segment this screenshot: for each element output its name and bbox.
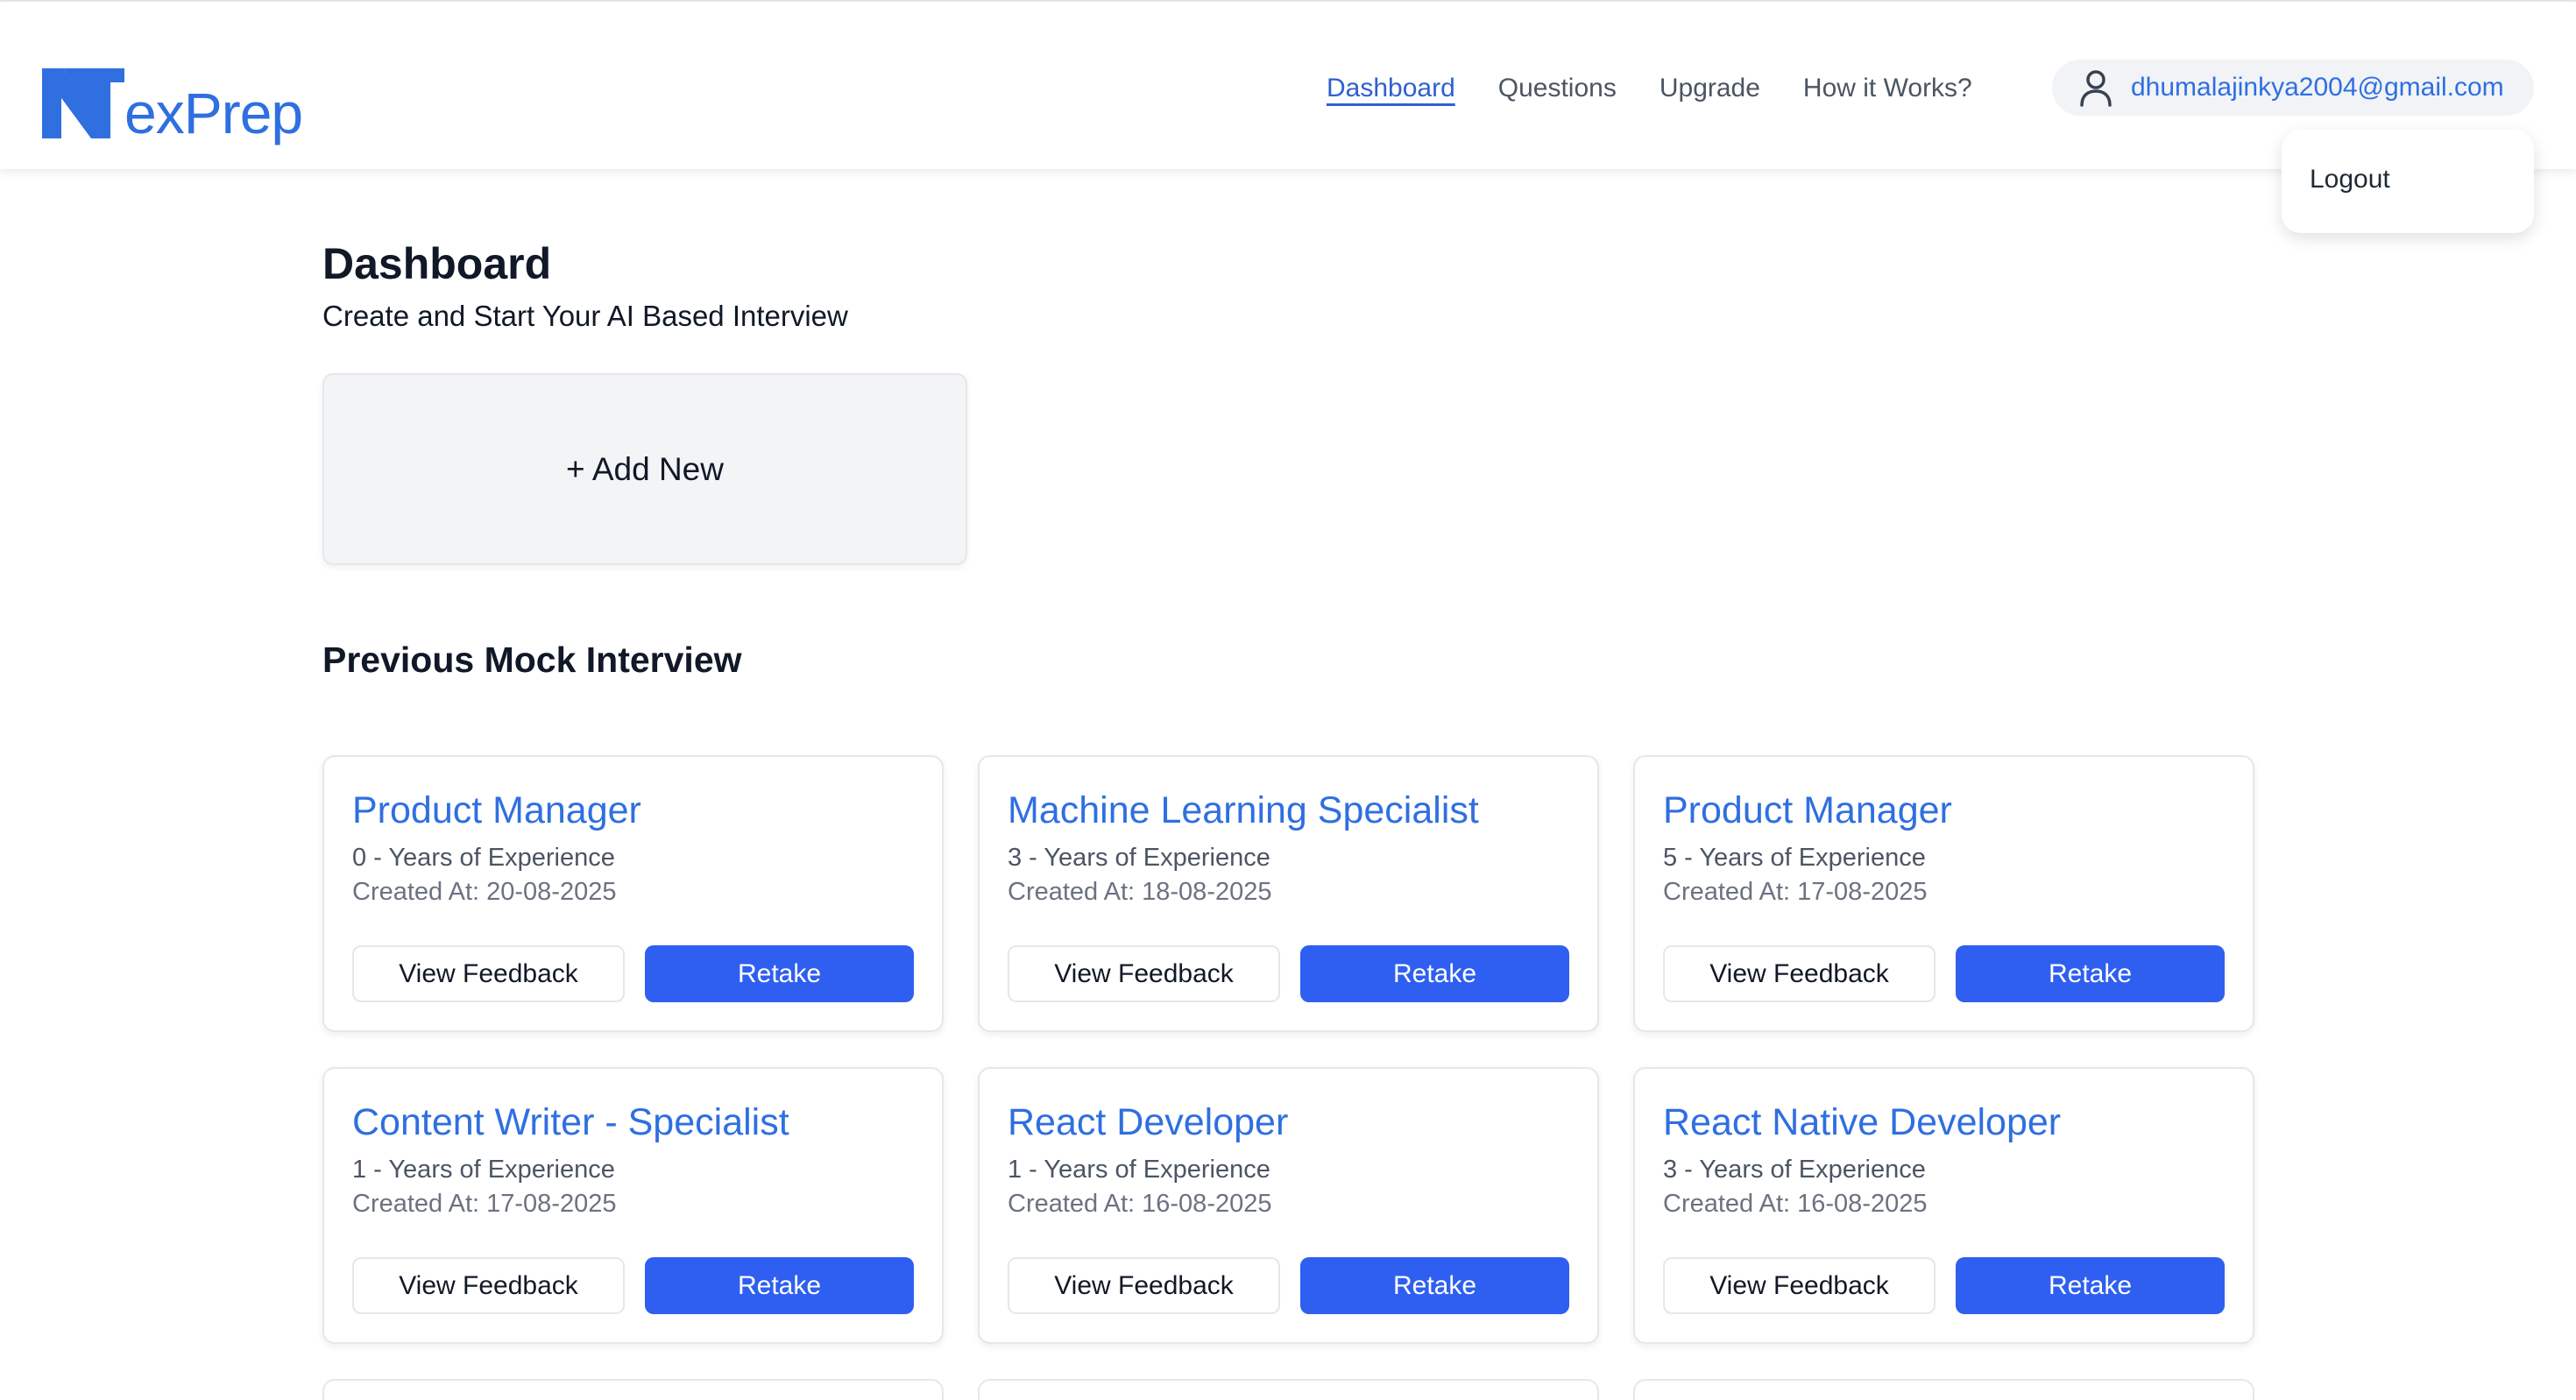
interview-title: Machine Learning Specialist	[1008, 789, 1479, 831]
user-dropdown: Logout	[2282, 130, 2534, 233]
view-feedback-button[interactable]: View Feedback	[352, 1257, 625, 1314]
interview-experience: 3 - Years of Experience	[1008, 844, 1270, 873]
interview-experience: 1 - Years of Experience	[352, 1156, 615, 1184]
interview-experience: 3 - Years of Experience	[1663, 1156, 1926, 1184]
interview-title: Product Manager	[352, 789, 641, 831]
retake-button[interactable]: Retake	[1956, 945, 2225, 1002]
retake-button[interactable]: Retake	[645, 945, 914, 1002]
interview-card-partial	[978, 1379, 1599, 1400]
interview-experience: 1 - Years of Experience	[1008, 1156, 1270, 1184]
interview-title: React Developer	[1008, 1101, 1289, 1143]
logo[interactable]: exPrep	[42, 51, 303, 142]
add-new-interview-card[interactable]: + Add New	[322, 373, 967, 565]
interview-card: Product Manager 5 - Years of Experience …	[1633, 755, 2254, 1032]
logout-menu-item[interactable]: Logout	[2310, 165, 2390, 194]
interview-created-at: Created At: 18-08-2025	[1008, 878, 1272, 907]
retake-button[interactable]: Retake	[1300, 945, 1569, 1002]
interview-experience: 0 - Years of Experience	[352, 844, 615, 873]
interview-created-at: Created At: 16-08-2025	[1663, 1190, 1928, 1219]
add-new-label: + Add New	[566, 450, 724, 487]
page-subtitle: Create and Start Your AI Based Interview	[322, 300, 848, 332]
interview-card: React Native Developer 3 - Years of Expe…	[1633, 1067, 2254, 1344]
user-email: dhumalajinkya2004@gmail.com	[2131, 73, 2504, 102]
interview-created-at: Created At: 17-08-2025	[352, 1190, 617, 1219]
app-header: exPrep Dashboard Questions Upgrade How i…	[0, 2, 2576, 169]
interview-card: React Developer 1 - Years of Experience …	[978, 1067, 1599, 1344]
interview-card-partial	[322, 1379, 944, 1400]
view-feedback-button[interactable]: View Feedback	[1663, 945, 1936, 1002]
main-nav: Dashboard Questions Upgrade How it Works…	[1327, 70, 2015, 107]
retake-button[interactable]: Retake	[645, 1257, 914, 1314]
interview-card-partial	[1633, 1379, 2254, 1400]
section-title: Previous Mock Interview	[322, 640, 742, 680]
logo-n-icon	[42, 68, 124, 138]
interview-created-at: Created At: 20-08-2025	[352, 878, 617, 907]
nav-upgrade[interactable]: Upgrade	[1660, 70, 1760, 107]
interview-card: Content Writer - Specialist 1 - Years of…	[322, 1067, 944, 1344]
interview-experience: 5 - Years of Experience	[1663, 844, 1926, 873]
nav-how-it-works[interactable]: How it Works?	[1803, 70, 1972, 107]
interview-created-at: Created At: 17-08-2025	[1663, 878, 1928, 907]
page-title: Dashboard	[322, 239, 552, 288]
logo-text: exPrep	[124, 81, 303, 145]
user-menu-button[interactable]: dhumalajinkya2004@gmail.com	[2052, 60, 2534, 116]
interview-card: Machine Learning Specialist 3 - Years of…	[978, 755, 1599, 1032]
view-feedback-button[interactable]: View Feedback	[1663, 1257, 1936, 1314]
interview-title: Content Writer - Specialist	[352, 1101, 789, 1143]
interview-title: React Native Developer	[1663, 1101, 2062, 1143]
interview-title: Product Manager	[1663, 789, 1952, 831]
interview-card: Product Manager 0 - Years of Experience …	[322, 755, 944, 1032]
retake-button[interactable]: Retake	[1956, 1257, 2225, 1314]
nav-questions[interactable]: Questions	[1498, 70, 1617, 107]
retake-button[interactable]: Retake	[1300, 1257, 1569, 1314]
interview-created-at: Created At: 16-08-2025	[1008, 1190, 1272, 1219]
view-feedback-button[interactable]: View Feedback	[1008, 945, 1280, 1002]
view-feedback-button[interactable]: View Feedback	[1008, 1257, 1280, 1314]
nav-dashboard[interactable]: Dashboard	[1327, 70, 1455, 107]
view-feedback-button[interactable]: View Feedback	[352, 945, 625, 1002]
user-icon	[2080, 70, 2112, 107]
